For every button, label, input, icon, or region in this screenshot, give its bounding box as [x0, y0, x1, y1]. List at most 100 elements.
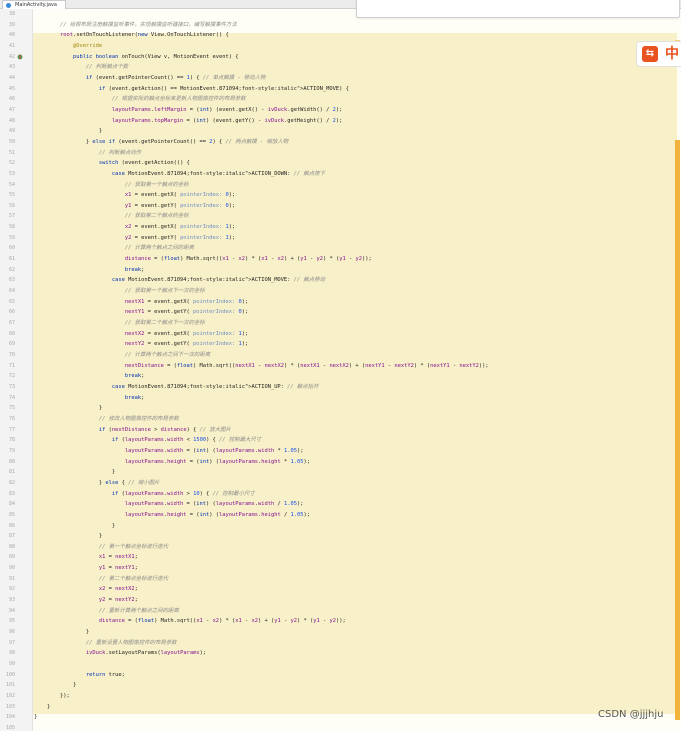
code-line[interactable]: 103 }	[0, 702, 681, 713]
code-line[interactable]: 91 // 第二个触点坐标进行迭代	[0, 574, 681, 585]
code-line[interactable]: 70 // 计算两个触点之间下一次的距离	[0, 350, 681, 361]
line-number: 82	[8, 479, 15, 486]
code-line[interactable]: 53 case MotionEvent.871094;font-style:it…	[0, 169, 681, 180]
code-line[interactable]: 49 }	[0, 126, 681, 137]
line-number: 91	[8, 575, 15, 582]
line-number: 74	[8, 394, 15, 401]
code-line[interactable]: 78 if (layoutParams.width < 1500) { // 控…	[0, 435, 681, 446]
code-line[interactable]: 44 if (event.getPointerCount() == 1) { /…	[0, 73, 681, 84]
code-line[interactable]: 104}	[0, 712, 681, 723]
code-line[interactable]: 52 switch (event.getAction()) {	[0, 158, 681, 169]
code-line[interactable]: 59 y2 = event.getY( pointerIndex: 1);	[0, 233, 681, 244]
code-line[interactable]: 80 layoutParams.height = (int) (layoutPa…	[0, 457, 681, 468]
code-line[interactable]: 89 x1 = nextX1;	[0, 552, 681, 563]
code-line[interactable]: 39 // 给根布局注册触摸监听事件，实现触摸监听器接口，编写触摸事件方法	[0, 20, 681, 31]
code-line[interactable]: 90 y1 = nextY1;	[0, 563, 681, 574]
code-line[interactable]: 97 // 重新设置人物图像控件的布局参数	[0, 638, 681, 649]
code-line[interactable]: 100 return true;	[0, 670, 681, 681]
code-line[interactable]: 64 // 获取第一个触点下一次的坐标	[0, 286, 681, 297]
code-line[interactable]: 65 nextX1 = event.getX( pointerIndex: 0)…	[0, 297, 681, 308]
code-line[interactable]: 76 // 修改人物图像控件的布局参数	[0, 414, 681, 425]
code-line[interactable]: 84 layoutParams.width = (int) (layoutPar…	[0, 499, 681, 510]
code-line[interactable]: 42 public boolean onTouch(View v, Motion…	[0, 52, 681, 63]
code-line[interactable]: 56 y1 = event.getY( pointerIndex: 0);	[0, 201, 681, 212]
code-line[interactable]: 47 layoutParams.leftMargin = (int) (even…	[0, 105, 681, 116]
code-line[interactable]: 67 // 获取第二个触点下一次的坐标	[0, 318, 681, 329]
line-number: 72	[8, 373, 15, 380]
code-line[interactable]: 83 if (layoutParams.width > 10) { // 控制最…	[0, 489, 681, 500]
code-line[interactable]: 75 }	[0, 403, 681, 414]
line-code: layoutParams.height = (int) (layoutParam…	[124, 458, 310, 465]
code-line[interactable]: 81 }	[0, 467, 681, 478]
code-line[interactable]: 93 y2 = nextY2;	[0, 595, 681, 606]
code-line[interactable]: 58 x2 = event.getX( pointerIndex: 1);	[0, 222, 681, 233]
code-line[interactable]: 68 nextX2 = event.getX( pointerIndex: 1)…	[0, 329, 681, 340]
code-line[interactable]: 62 break;	[0, 265, 681, 276]
code-line[interactable]: 77 if (nextDistance > distance) { // 放大图…	[0, 425, 681, 436]
code-line[interactable]: 85 layoutParams.height = (int) (layoutPa…	[0, 510, 681, 521]
code-line[interactable]: 63 case MotionEvent.871094;font-style:it…	[0, 275, 681, 286]
code-line[interactable]: 51 // 判断触点动作	[0, 148, 681, 159]
line-code: layoutParams.height = (int) (layoutParam…	[124, 511, 310, 518]
code-line[interactable]: 48 layoutParams.topMargin = (int) (event…	[0, 116, 681, 127]
code-line[interactable]: 102 });	[0, 691, 681, 702]
line-code: break;	[124, 266, 145, 273]
code-line[interactable]: 55 x1 = event.getX( pointerIndex: 0);	[0, 190, 681, 201]
code-line[interactable]: 82 } else { // 缩小图片	[0, 478, 681, 489]
code-line[interactable]: 46 // 根据实际的触点坐标来更新人物图像控件的布局参数	[0, 94, 681, 105]
line-number: 100	[5, 671, 15, 678]
code-line[interactable]: 79 layoutParams.width = (int) (layoutPar…	[0, 446, 681, 457]
vertical-scrollbar[interactable]	[675, 140, 680, 720]
code-line[interactable]: 105	[0, 723, 681, 734]
line-code: layoutParams.topMargin = (int) (event.ge…	[111, 117, 343, 124]
line-number: 81	[8, 469, 15, 476]
line-code: } else { // 缩小图片	[34, 479, 160, 486]
code-line[interactable]: 99	[0, 659, 681, 670]
code-line[interactable]: 88 // 第一个触点坐标进行迭代	[0, 542, 681, 553]
code-line[interactable]: 71 nextDistance = (float) Math.sqrt((nex…	[0, 361, 681, 372]
translate-plugin-button[interactable]: ⇆ 中	[636, 41, 681, 67]
code-line[interactable]: 94 // 重新计算两个触点之间的距离	[0, 606, 681, 617]
line-code: if (nextDistance > distance) { // 放大图片	[98, 426, 231, 433]
line-code: // 判断触点个数	[85, 64, 129, 71]
code-line[interactable]: 96 }	[0, 627, 681, 638]
code-line[interactable]: 43 // 判断触点个数	[0, 62, 681, 73]
line-number: 49	[8, 128, 15, 135]
code-line[interactable]: 72 break;	[0, 371, 681, 382]
code-line[interactable]: 87 }	[0, 531, 681, 542]
line-code: // 判断触点动作	[98, 149, 142, 156]
override-gutter-icon[interactable]	[17, 54, 23, 60]
code-line[interactable]: 61 distance = (float) Math.sqrt((x1 - x2…	[0, 254, 681, 265]
code-line[interactable]: 57 // 获取第二个触点的坐标	[0, 211, 681, 222]
line-code: x1 = nextX1;	[98, 554, 138, 561]
code-line[interactable]: 74 break;	[0, 393, 681, 404]
line-number: 102	[5, 693, 15, 699]
line-code: public boolean onTouch(View v, MotionEve…	[72, 53, 239, 60]
code-line[interactable]: 45 if (event.getAction() == MotionEvent.…	[0, 84, 681, 95]
line-number: 77	[8, 426, 15, 433]
plugin-label: 中	[665, 46, 679, 62]
line-code: }	[34, 682, 77, 689]
code-line[interactable]: 66 nextY1 = event.getY( pointerIndex: 0)…	[0, 307, 681, 318]
tab-main-activity[interactable]: MainActivity.java	[2, 0, 66, 9]
code-line[interactable]: 92 x2 = nextX2;	[0, 584, 681, 595]
code-line[interactable]: 54 // 获取第一个触点的坐标	[0, 180, 681, 191]
line-code: }	[34, 714, 38, 721]
code-line[interactable]: 69 nextY2 = event.getY( pointerIndex: 1)…	[0, 339, 681, 350]
line-code: }	[34, 405, 103, 412]
code-line[interactable]: 73 case MotionEvent.871094;font-style:it…	[0, 382, 681, 393]
code-line[interactable]: 101 }	[0, 680, 681, 691]
search-popup[interactable]	[356, 0, 680, 18]
code-line[interactable]: 50 } else if (event.getPointerCount() ==…	[0, 137, 681, 148]
code-line[interactable]: 86 }	[0, 521, 681, 532]
code-line[interactable]: 60 // 计算两个触点之间的距离	[0, 243, 681, 254]
code-line[interactable]: 98 ivDuck.setLayoutParams(layoutParams);	[0, 648, 681, 659]
line-number: 53	[8, 170, 15, 177]
code-line[interactable]: 40 root.setOnTouchListener(new View.OnTo…	[0, 30, 681, 41]
line-code: if (event.getPointerCount() == 1) { // 单…	[85, 74, 266, 81]
code-line[interactable]: 41 @Override	[0, 41, 681, 52]
line-code: nextDistance = (float) Math.sqrt((nextX1…	[124, 362, 489, 369]
code-line[interactable]: 95 distance = (float) Math.sqrt((x1 - x2…	[0, 616, 681, 627]
line-number: 99	[8, 661, 15, 668]
line-code: // 获取第二个触点的坐标	[124, 213, 189, 220]
